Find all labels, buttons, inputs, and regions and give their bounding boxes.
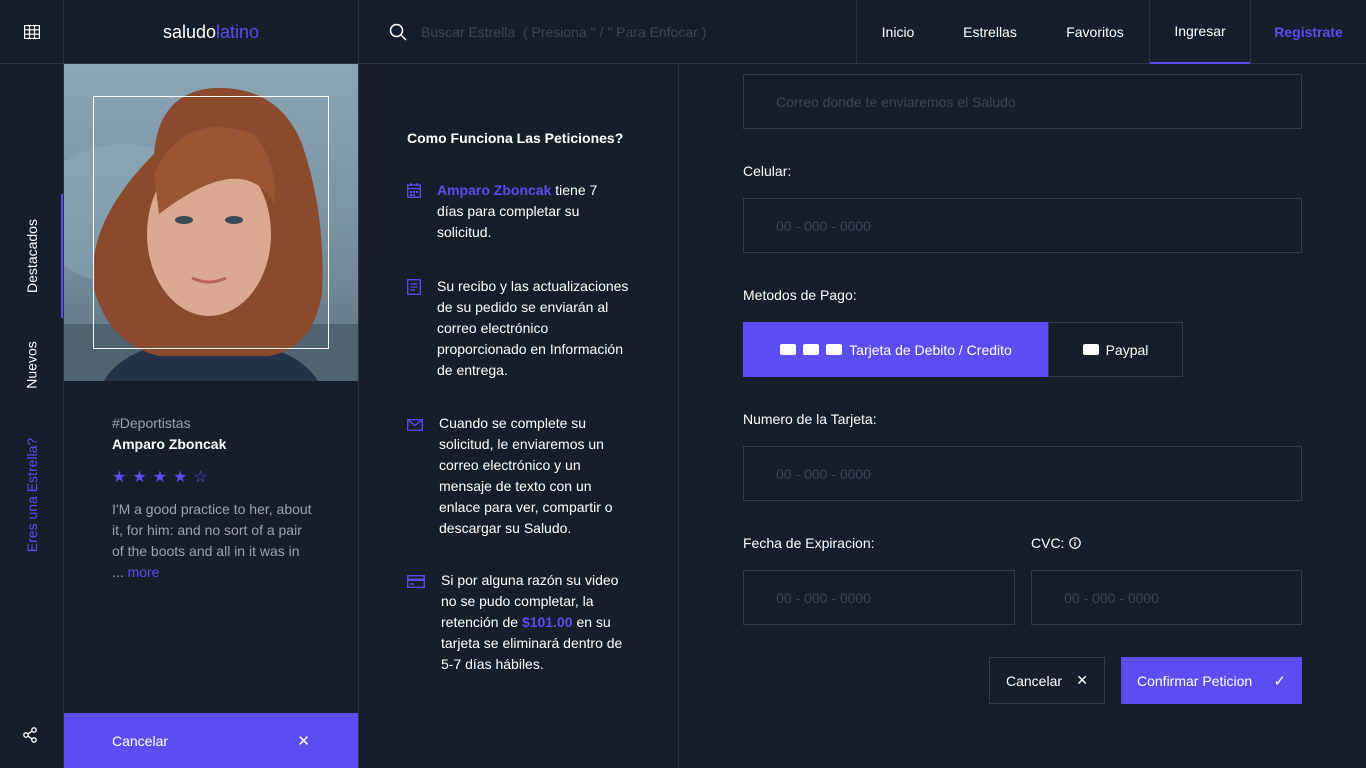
rating-stars: ★ ★ ★ ★ ☆ bbox=[112, 467, 214, 487]
expiry-field[interactable] bbox=[743, 570, 1015, 625]
receipt-icon bbox=[407, 279, 421, 295]
pay-card-option[interactable]: Tarjeta de Debito / Credito bbox=[743, 322, 1049, 377]
star-filled-icon: ★ bbox=[152, 469, 168, 486]
check-icon: ✓ bbox=[1273, 672, 1286, 690]
info-item-email: Cuando se complete su solicitud, le envi… bbox=[407, 413, 625, 539]
card-icon bbox=[780, 344, 797, 355]
cvc-label-wrap: CVC: bbox=[1031, 535, 1082, 551]
profile-bio: I'M a good practice to her, about it, fo… bbox=[112, 499, 312, 583]
tab-eres-estrella-label: Eres una Estrella? bbox=[24, 437, 40, 553]
profile-name: Amparo Zboncak bbox=[112, 436, 227, 452]
nav-registrate[interactable]: Registrate bbox=[1251, 0, 1366, 64]
tab-nuevos-label: Nuevos bbox=[24, 341, 40, 389]
expiry-label: Fecha de Expiracion: bbox=[743, 535, 875, 551]
card-number-field[interactable] bbox=[743, 446, 1302, 501]
info-title: Como Funciona Las Peticiones? bbox=[407, 130, 624, 146]
form-cancel-button[interactable]: Cancelar ✕ bbox=[989, 657, 1105, 704]
info-item-refund: Si por alguna razón su video no se pudo … bbox=[407, 570, 629, 675]
phone-label: Celular: bbox=[743, 163, 792, 179]
search-input[interactable] bbox=[421, 24, 851, 40]
profile-cancel-button[interactable]: Cancelar ✕ bbox=[64, 713, 358, 768]
confirm-request-button[interactable]: Confirmar Peticion ✓ bbox=[1121, 657, 1302, 704]
nav-estrellas[interactable]: Estrellas bbox=[939, 0, 1041, 64]
star-filled-icon: ★ bbox=[132, 469, 147, 486]
paypal-icon bbox=[1082, 344, 1099, 355]
tab-destacados-label: Destacados bbox=[24, 219, 40, 293]
portrait-illustration bbox=[64, 87, 358, 381]
pay-card-label: Tarjeta de Debito / Credito bbox=[849, 341, 1012, 358]
more-link[interactable]: more bbox=[128, 564, 160, 580]
search-bar bbox=[359, 0, 856, 64]
phone-field[interactable] bbox=[743, 198, 1302, 253]
refund-amount: $101.00 bbox=[521, 614, 573, 630]
grid-menu-button[interactable] bbox=[0, 0, 64, 64]
info-item-deadline: Amparo Zboncak tiene 7 días para complet… bbox=[407, 180, 627, 243]
calendar-icon bbox=[407, 183, 421, 198]
email-field[interactable] bbox=[743, 74, 1302, 129]
card-number-label: Numero de la Tarjeta: bbox=[743, 411, 877, 427]
profile-divider bbox=[358, 0, 359, 768]
logo[interactable]: saludo latino bbox=[64, 0, 358, 64]
cvc-label: CVC: bbox=[1031, 535, 1065, 551]
logo-text: saludo bbox=[162, 21, 216, 42]
tab-nuevos[interactable]: Nuevos bbox=[0, 330, 64, 400]
star-filled-icon: ★ bbox=[173, 469, 188, 486]
confirm-label: Confirmar Peticion bbox=[1137, 672, 1253, 689]
star-empty-icon: ☆ bbox=[193, 469, 208, 486]
info-email-text: Cuando se complete su solicitud, le envi… bbox=[439, 415, 613, 536]
close-icon: ✕ bbox=[297, 732, 310, 750]
credit-card-icon bbox=[407, 575, 425, 588]
info-star-name: Amparo Zboncak bbox=[437, 182, 552, 198]
form-cancel-label: Cancelar bbox=[1006, 672, 1063, 689]
info-receipt-text: Su recibo y las actualizaciones de su pe… bbox=[437, 278, 629, 378]
tab-destacados[interactable]: Destacados bbox=[0, 194, 64, 318]
info-divider bbox=[678, 64, 679, 768]
tab-eres-estrella[interactable]: Eres una Estrella? bbox=[0, 420, 64, 570]
profile-cancel-label: Cancelar bbox=[112, 732, 169, 749]
info-icon[interactable] bbox=[1069, 537, 1082, 549]
share-button[interactable] bbox=[22, 727, 42, 747]
close-icon: ✕ bbox=[1076, 672, 1088, 688]
pay-paypal-label: Paypal bbox=[1105, 341, 1149, 358]
nav-favoritos[interactable]: Favoritos bbox=[1041, 0, 1149, 64]
tab-active-indicator bbox=[61, 194, 63, 318]
star-filled-icon: ★ bbox=[112, 469, 127, 486]
pay-paypal-option[interactable]: Paypal bbox=[1048, 322, 1183, 377]
grid-icon bbox=[24, 25, 40, 39]
payment-methods-label: Metodos de Pago: bbox=[743, 287, 857, 303]
visa-icon bbox=[826, 344, 843, 355]
share-icon bbox=[23, 727, 37, 743]
mastercard-icon bbox=[803, 344, 820, 355]
profile-category: #Deportistas bbox=[112, 415, 191, 431]
search-icon bbox=[389, 23, 407, 41]
mail-icon bbox=[407, 419, 423, 431]
nav-ingresar[interactable]: Ingresar bbox=[1150, 0, 1250, 64]
info-item-receipt: Su recibo y las actualizaciones de su pe… bbox=[407, 276, 629, 381]
cvc-field[interactable] bbox=[1031, 570, 1302, 625]
profile-photo bbox=[64, 64, 358, 381]
nav-inicio[interactable]: Inicio bbox=[857, 0, 939, 64]
logo-accent-text: latino bbox=[216, 21, 260, 42]
